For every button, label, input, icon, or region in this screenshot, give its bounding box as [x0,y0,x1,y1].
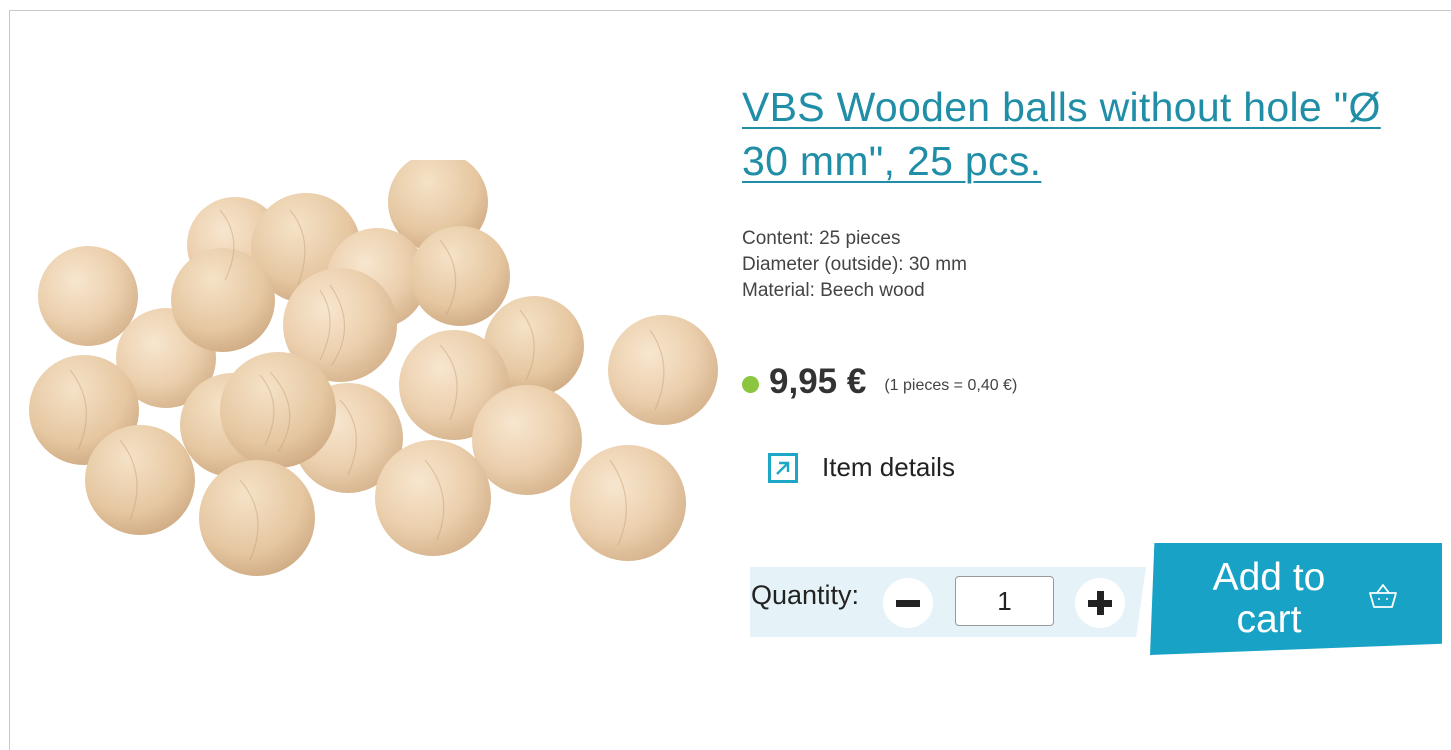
item-details-link[interactable]: Item details [768,452,955,483]
price-row: 9,95 € (1 pieces = 0,40 €) [742,362,1017,402]
item-details-label: Item details [822,452,955,482]
external-arrow-icon [768,452,798,483]
quantity-decrease-button[interactable] [883,578,933,628]
product-image[interactable] [20,160,720,590]
quantity-input[interactable] [955,576,1054,626]
product-title-link[interactable]: VBS Wooden balls without hole "Ø 30 mm",… [742,80,1382,188]
spec-content: Content: 25 pieces [742,228,901,249]
quantity-increase-button[interactable] [1075,578,1125,628]
basket-icon [1369,584,1397,608]
add-to-cart-button[interactable]: Add to cart [1150,543,1442,655]
price: 9,95 € [769,362,867,401]
quantity-label: Quantity: [751,580,860,610]
unit-price: (1 pieces = 0,40 €) [884,377,1018,394]
product-specs: Content: 25 pieces Diameter (outside): 3… [742,226,967,304]
spec-diameter: Diameter (outside): 30 mm [742,254,967,275]
availability-dot-icon [742,375,759,393]
add-to-cart-label: Add to cart [1212,556,1326,641]
spec-material: Material: Beech wood [742,280,925,301]
